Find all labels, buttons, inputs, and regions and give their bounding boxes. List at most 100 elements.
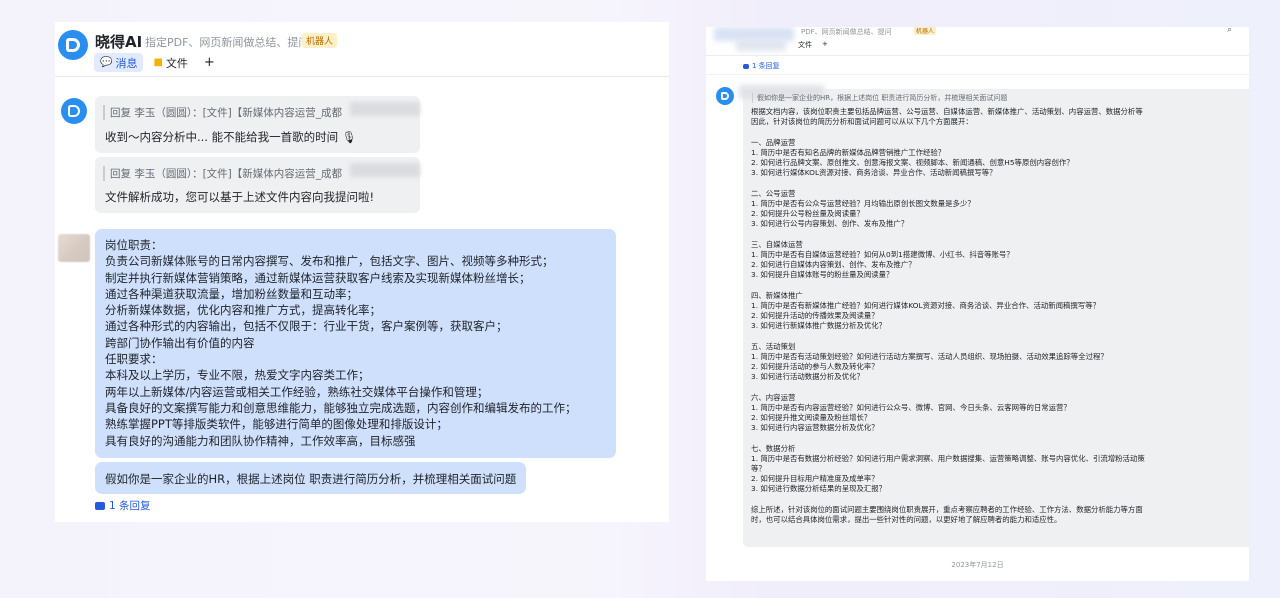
reply-quote: 回复 李玉（圆圆）：[文件]【新媒体内容运营_成都 [103, 105, 342, 120]
jd-line: 本科及以上学历，专业不限，热爱文字内容类工作； [105, 368, 370, 383]
thread-reply-link[interactable]: 1 条回复 [743, 61, 780, 71]
reply-icon [95, 501, 105, 510]
header-tabs: 文件 + [798, 40, 828, 50]
chat-panel-left: 晓得AI 指定PDF、网页新闻做总结、提问 机器人 💬 消息 ■ 文件 + 回复… [55, 22, 669, 522]
header-tabs: 💬 消息 ■ 文件 + [94, 53, 221, 72]
answer-line [751, 433, 1145, 443]
user-message-question: 假如你是一家企业的HR，根据上述岗位 职责进行简历分析，并梳理相关面试问题 [95, 462, 526, 494]
answer-line: 3. 如何进行公号内容策划、创作、发布及推广？ [751, 219, 909, 229]
reply-quote: 假如你是一家企业的HR，根据上述岗位 职责进行简历分析，并梳理相关面试问题 [752, 93, 1007, 103]
answer-line: 时，也可以结合具体岗位需求，提出一些针对性的问题，以更好地了解应聘者的能力和适应… [751, 515, 1062, 524]
answer-line: 2. 如何提升活动的参与人数及转化率？ [751, 362, 879, 371]
bot-badge: 机器人 [302, 33, 338, 48]
reply-icon [743, 63, 749, 69]
bot-message-1: 回复 李玉（圆圆）：[文件]【新媒体内容运营_成都 收到～内容分析中... 能不… [95, 96, 420, 153]
answer-line: 1. 简历中是否有数据分析经验？如何进行用户需求洞察、用户数据搜集、运营策略调整… [751, 453, 1145, 463]
user-avatar [58, 234, 90, 262]
answer-line: 2. 如何进行品牌文案、原创推文、创意海报文案、视频脚本、新闻通稿、创意H5等原… [751, 158, 1074, 167]
tab-messages-label: 消息 [115, 56, 138, 70]
jd-line: 熟练掌握PPT等排版类软件，能够进行简单的图像处理和排版设计； [105, 417, 448, 432]
tab-files-label: 文件 [165, 56, 188, 70]
jd-line: 制定并执行新媒体营销策略，通过新媒体运营获取客户线索及实现新媒体粉丝增长； [105, 270, 531, 285]
answer-line: 2. 如何提升活动的传播效果及阅读量？ [751, 311, 879, 320]
answer-line [751, 495, 1145, 505]
answer-line: 1. 简历中是否有自媒体运营经验？如何从0到1搭建微博、小红书、抖音等账号？ [751, 249, 1014, 259]
answer-line: 综上所述，针对该岗位的面试问题主要围绕岗位职责展开，重点考察应聘者的工作经验、工… [751, 504, 1143, 514]
bot-avatar [716, 87, 734, 105]
thread-reply-link[interactable]: 1 条回复 [95, 498, 151, 513]
app-description: 指定PDF、网页新闻做总结、提问 [145, 36, 310, 49]
divider [706, 74, 1249, 75]
answer-line: 2. 如何提升公号粉丝量及阅读量？ [751, 209, 864, 218]
answer-line: 2. 如何提升推文阅读量及粉丝增长？ [751, 413, 872, 422]
answer-line: 1. 简历中是否有公众号运营经验？月均输出原创长图文数量是多少？ [751, 198, 975, 208]
jd-line: 任职要求： [105, 352, 163, 367]
message-text: 收到～内容分析中... 能不能给我一首歌的时间 🎙 [105, 130, 357, 144]
bot-logo-icon [58, 30, 88, 60]
bot-message-2: 回复 李玉（圆圆）：[文件]【新媒体内容运营_成都 文件解析成功，您可以基于上述… [95, 157, 420, 213]
answer-line [751, 280, 1145, 290]
answer-line: 二、公号运营 [751, 188, 796, 198]
chat-panel-right: PDF、网页新闻做总结、提问 机器人 ⌕ 文件 + 1 条回复 假如你是一家企业… [706, 27, 1249, 581]
answer-line [751, 178, 1145, 188]
answer-body: 根据文档内容，该岗位职责主要包括品牌运营、公号运营、自媒体运营、新媒体推广、活动… [751, 107, 1145, 546]
bot-badge: 机器人 [914, 27, 937, 35]
message-text: 文件解析成功，您可以基于上述文件内容向我提问啦! [105, 190, 375, 204]
answer-line: 1. 简历中是否有内容运营经验？如何进行公众号、微博、官网、今日头条、云客网等的… [751, 402, 1071, 412]
jd-line: 具有良好的沟通能力和团队协作精神，工作效率高，目标感强 [105, 433, 416, 448]
search-icon[interactable]: ⌕ [1227, 27, 1232, 35]
answer-line [751, 127, 1145, 137]
bot-avatar [61, 98, 87, 124]
answer-line: 四、新媒体推广 [751, 290, 803, 300]
tab-messages[interactable]: 💬 消息 [94, 53, 144, 72]
answer-line: 六、内容运营 [751, 392, 796, 402]
tab-files[interactable]: 文件 [798, 40, 812, 50]
reply-count: 1 条回复 [109, 500, 151, 512]
answer-line: 3. 如何进行媒体KOL资源对接、商务洽谈、异业合作、活动新闻稿撰写等？ [751, 168, 997, 178]
answer-line [751, 229, 1145, 239]
tab-files[interactable]: ■ 文件 [147, 53, 193, 72]
jd-line: 岗位职责： [105, 238, 163, 252]
app-description: PDF、网页新闻做总结、提问 [801, 28, 892, 36]
blurred-filename [350, 102, 420, 116]
answer-line: 五、活动策划 [751, 341, 796, 351]
blurred-filename [350, 163, 420, 177]
thread-header: PDF、网页新闻做总结、提问 机器人 ⌕ 文件 + [706, 27, 1249, 55]
message-date: 2023年7月12日 [951, 561, 1004, 569]
divider [706, 55, 1249, 56]
jd-line: 分析新媒体数据，优化内容和推广方式，提高转化率； [105, 303, 381, 318]
jd-line: 通过各种渠道获取流量，增加粉丝数量和互动率； [105, 286, 358, 301]
answer-line: 三、自媒体运营 [751, 239, 803, 249]
jd-line: 负责公司新媒体账号的日常内容撰写、发布和推广，包括文字、图片、视频等多种形式； [105, 254, 554, 269]
answer-line: 根据文档内容，该岗位职责主要包括品牌运营、公号运营、自媒体运营、新媒体推广、活动… [751, 107, 1143, 116]
chat-header: 晓得AI 指定PDF、网页新闻做总结、提问 机器人 💬 消息 ■ 文件 + [55, 22, 669, 77]
answer-line: 一、品牌运营 [751, 137, 796, 147]
answer-line [751, 382, 1145, 392]
add-tab-button[interactable]: + [198, 53, 221, 72]
answer-line: 3. 如何进行活动数据分析及优化？ [751, 372, 864, 382]
jd-line: 两年以上新媒体/内容运营或相关工作经验，熟练社交媒体平台操作和管理； [105, 384, 489, 399]
folder-icon: ■ [153, 57, 163, 68]
answer-line: 3. 如何提升自媒体账号的粉丝量及阅读量？ [751, 270, 894, 280]
answer-line: 2. 如何进行自媒体内容策划、创作、发布及推广？ [751, 260, 916, 269]
message-icon: 💬 [100, 57, 113, 68]
answer-line [751, 535, 1145, 545]
job-description: 岗位职责： 负责公司新媒体账号的日常内容撰写、发布和推广，包括文字、图片、视频等… [105, 237, 577, 449]
reply-count: 1 条回复 [752, 62, 780, 70]
answer-line: 1. 简历中是否有新媒体推广经验？如何进行媒体KOL资源对接、商务洽谈、异业合作… [751, 300, 1100, 310]
answer-line: 七、数据分析 [751, 443, 796, 453]
answer-line: 等？ [751, 464, 766, 473]
jd-line: 跨部门协作输出有价值的内容 [105, 335, 255, 350]
add-tab-button[interactable]: + [822, 40, 828, 50]
app-title: 晓得AI [95, 33, 143, 51]
answer-line: 1. 简历中是否有知名品牌的新媒体品牌营销推广工作经验？ [751, 147, 946, 157]
jd-line: 具备良好的文案撰写能力和创意思维能力，能够独立完成选题，内容创作和编辑发布的工作… [105, 400, 577, 415]
answer-line: 因此，针对该岗位的简历分析和面试问题可以从以下几个方面展开： [751, 117, 973, 127]
answer-line: 3. 如何进行数据分析结果的呈现及汇报？ [751, 484, 887, 494]
answer-line [751, 525, 1145, 535]
answer-line: 1. 简历中是否有活动策划经验？如何进行活动方案撰写、活动人员组织、现场拍摄、活… [751, 351, 1108, 361]
answer-line [751, 331, 1145, 341]
answer-line: 3. 如何进行新媒体推广数据分析及优化？ [751, 321, 887, 331]
answer-line: 2. 如何提升目标用户精准度及成单率？ [751, 474, 879, 484]
question-text: 假如你是一家企业的HR，根据上述岗位 职责进行简历分析，并梳理相关面试问题 [105, 472, 517, 486]
